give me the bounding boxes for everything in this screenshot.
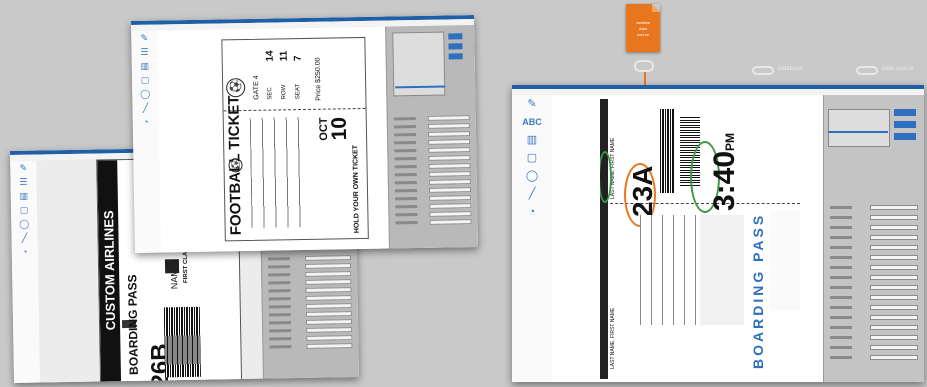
properties-panel xyxy=(385,25,478,249)
gate-label: GATE 4 xyxy=(252,75,261,100)
shape-icon[interactable]: ◯ xyxy=(132,87,158,101)
barcode-icon[interactable]: ▥ xyxy=(512,131,552,149)
image-icon[interactable]: ▢ xyxy=(512,149,552,167)
panel-button-1[interactable] xyxy=(894,109,916,116)
football-editor-screenshot: ✎ ☰ ▥ ▢ ◯ ╱ ◔ FOOTBALL TICKET ⚽ ⚽ GATE 4… xyxy=(131,15,478,253)
pointer-icon[interactable]: ✎ xyxy=(131,31,157,45)
rfid-icon[interactable]: ◔ xyxy=(12,245,38,259)
database-connector[interactable]: database xyxy=(752,65,838,76)
file-icon-line-1: variable xyxy=(635,20,650,25)
toolbox: ✎ ☰ ▥ ▢ ◯ ╱ ◔ xyxy=(10,160,41,383)
toolbox: ✎ ☰ ▥ ▢ ◯ ╱ ◔ xyxy=(131,30,162,253)
object-list[interactable] xyxy=(828,109,890,147)
pointer-icon[interactable]: ✎ xyxy=(512,95,552,113)
rfid-icon[interactable]: ◔ xyxy=(512,203,552,221)
toolbox: ✎ ABC ▥ ▢ ◯ ╱ ◔ xyxy=(512,95,552,382)
football-ticket[interactable]: FOOTBALL TICKET ⚽ ⚽ GATE 4 SEC 14 ROW 11… xyxy=(221,36,369,242)
panel-button-3[interactable] xyxy=(448,53,463,60)
text-icon[interactable]: ☰ xyxy=(10,175,36,189)
rfid-icon[interactable]: ◔ xyxy=(133,115,159,129)
image-icon[interactable]: ▢ xyxy=(132,73,158,87)
seat-value: 23A xyxy=(627,165,658,217)
barcode-icon[interactable]: ▥ xyxy=(132,59,158,73)
boarding-pass-editor-screenshot: ✎ ABC ▥ ▢ ◯ ╱ ◔ LAST NAME, FIRST NAME LA… xyxy=(512,85,924,382)
text-icon[interactable]: ABC xyxy=(512,113,552,131)
properties-panel xyxy=(823,95,924,382)
pointer-icon[interactable]: ✎ xyxy=(10,161,36,175)
panel-button-3[interactable] xyxy=(894,133,916,140)
connector-plug-icon xyxy=(634,60,654,72)
panel-button-2[interactable] xyxy=(894,121,916,128)
line-icon[interactable]: ╱ xyxy=(11,231,37,245)
sec-label: SEC xyxy=(267,87,274,100)
barcode-top xyxy=(660,109,674,193)
boarding-pass-title: BOARDING PASS xyxy=(125,274,141,376)
plug-icon xyxy=(752,66,774,75)
image-icon[interactable]: ▢ xyxy=(11,203,37,217)
shape-icon[interactable]: ◯ xyxy=(512,167,552,185)
design-canvas[interactable]: FOOTBALL TICKET ⚽ ⚽ GATE 4 SEC 14 ROW 11… xyxy=(157,26,391,253)
seat-label: SEAT xyxy=(295,83,302,100)
panel-button-1[interactable] xyxy=(448,33,463,40)
football-icon: ⚽ xyxy=(226,78,246,98)
departure-time: 3:40PM xyxy=(708,132,741,211)
barcode-icon[interactable]: ▥ xyxy=(11,189,37,203)
plug-icon xyxy=(856,66,878,75)
day-value: 10 xyxy=(327,116,352,141)
row-label: ROW xyxy=(281,84,288,100)
line-icon[interactable]: ╱ xyxy=(512,185,552,203)
airline-brand: CUSTOM AIRLINES xyxy=(101,210,119,331)
boarding-pass-ticket[interactable]: LAST NAME, FIRST NAME LAST NAME, FIRST N… xyxy=(600,99,800,379)
file-icon-line-2: data xyxy=(639,26,647,31)
seat-value: 7 xyxy=(292,55,304,62)
line-icon[interactable]: ╱ xyxy=(132,101,158,115)
variable-data-file-icon: variable data source xyxy=(626,4,660,52)
boarding-pass-title: BOARDING PASS xyxy=(750,212,766,369)
panel-button-2[interactable] xyxy=(448,43,463,50)
file-icon-line-3: source xyxy=(636,32,649,37)
data-source-connector[interactable]: data source xyxy=(856,65,926,76)
price-label: Price $250.00 xyxy=(314,57,323,101)
hold-ticket-text: HOLD YOUR OWN TICKET xyxy=(352,144,361,234)
shape-icon[interactable]: ◯ xyxy=(11,217,37,231)
sec-value: 14 xyxy=(264,50,276,62)
design-canvas[interactable]: LAST NAME, FIRST NAME LAST NAME, FIRST N… xyxy=(552,95,824,382)
text-icon[interactable]: ☰ xyxy=(131,45,157,59)
row-value: 11 xyxy=(278,50,290,62)
barcode xyxy=(163,306,201,378)
